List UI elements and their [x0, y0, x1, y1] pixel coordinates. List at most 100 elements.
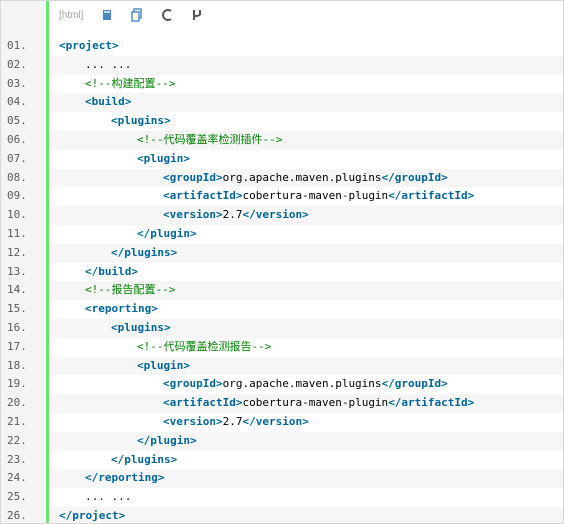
xml-tag: </version> — [242, 414, 309, 428]
line-number: 16. — [7, 320, 27, 334]
code-line: 26. </project> — [1, 506, 563, 523]
xml-tag: <artifactId> — [163, 396, 243, 410]
line-number: 11. — [7, 226, 27, 240]
line-source: <build> — [49, 93, 563, 113]
code-line: 14. <!--报告配置--> — [1, 281, 563, 301]
xml-tag: <plugin> — [137, 358, 190, 372]
code-line: 24. </reporting> — [1, 469, 563, 489]
line-number: 25. — [7, 490, 27, 504]
line-number: 09. — [7, 189, 27, 203]
code-line: 18. <plugin> — [1, 356, 563, 376]
line-source: <version>2.7</version> — [49, 413, 563, 432]
xml-comment: <!--构建配置--> — [85, 76, 176, 90]
line-number: 04. — [7, 95, 27, 109]
line-number: 19. — [7, 377, 27, 391]
line-source: ... ... — [49, 55, 563, 75]
fork-icon[interactable] — [187, 5, 207, 25]
code-line: 12. </plugins> — [1, 243, 563, 263]
line-number: 06. — [7, 132, 27, 146]
line-source: </plugins> — [49, 451, 563, 470]
code-line: 07. <plugin> — [1, 150, 563, 169]
xml-tag: <plugins> — [111, 320, 171, 334]
code-line: 11. </plugin> — [1, 225, 563, 244]
code-line: 20. <artifactId>cobertura-maven-plugin</a… — [1, 394, 563, 413]
xml-text: ... ... — [85, 490, 132, 504]
code-line: 22. </plugin> — [1, 431, 563, 451]
line-source: <reporting> — [49, 300, 563, 319]
line-source: <project> — [49, 37, 563, 56]
copy-icon[interactable] — [127, 5, 147, 25]
code-line: 16. <plugins> — [1, 318, 563, 338]
line-number: 21. — [7, 414, 27, 428]
line-source: <groupId>org.apache.maven.plugins</group… — [49, 375, 563, 394]
line-number: 07. — [7, 151, 27, 165]
line-source: <groupId>org.apache.maven.plugins</group… — [49, 168, 563, 188]
xml-text: ... ... — [85, 57, 132, 71]
xml-tag: </plugin> — [137, 226, 197, 240]
code-line: 21. <version>2.7</version> — [1, 413, 563, 432]
code-line: 19. <groupId>org.apache.maven.plugins</gr… — [1, 375, 563, 394]
line-number: 13. — [7, 264, 27, 278]
line-number: 03. — [7, 76, 27, 90]
xml-tag: <groupId> — [163, 377, 223, 391]
code-lines: 01. <project> 02. ... ... 03. <!--构建配置--> 04. <… — [1, 37, 563, 523]
line-source: </build> — [49, 263, 563, 282]
language-label: [html] — [59, 9, 84, 21]
code-line: 05. <plugins> — [1, 112, 563, 131]
view-source-icon[interactable] — [97, 5, 117, 25]
code-toolbar: [html] — [49, 1, 563, 29]
line-number: 20. — [7, 396, 27, 410]
code-line: 15. <reporting> — [1, 300, 563, 319]
xml-tag: <groupId> — [163, 170, 223, 184]
line-source: </reporting> — [49, 469, 563, 489]
line-source: ... ... — [49, 488, 563, 507]
xml-tag: </plugins> — [111, 452, 178, 466]
xml-tag: <project> — [59, 39, 119, 52]
line-source: <plugin> — [49, 356, 563, 376]
xml-text: org.apache.maven.plugins — [222, 377, 382, 391]
code-line: 10. <version>2.7</version> — [1, 206, 563, 225]
code-line: 08. <groupId>org.apache.maven.plugins</gr… — [1, 168, 563, 188]
line-source: <version>2.7</version> — [49, 206, 563, 225]
code-line: 03. <!--构建配置--> — [1, 75, 563, 94]
code-line: 25. ... ... — [1, 488, 563, 507]
code-line: 01. <project> — [1, 37, 563, 56]
line-number: 17. — [7, 339, 27, 353]
xml-tag: <plugin> — [137, 151, 190, 165]
line-number: 10. — [7, 208, 27, 222]
xml-tag: </reporting> — [85, 471, 165, 485]
line-source: <plugin> — [49, 150, 563, 169]
xml-tag: </plugin> — [137, 433, 197, 447]
code-line: 09. <artifactId>cobertura-maven-plugin</a… — [1, 187, 563, 206]
code-line: 13. </build> — [1, 263, 563, 282]
line-source: <plugins> — [49, 112, 563, 131]
line-source: <!--代码覆盖率检测插件--> — [49, 130, 563, 150]
line-number: 22. — [7, 433, 27, 447]
line-number: 08. — [7, 170, 27, 184]
xml-tag: </project> — [59, 508, 126, 522]
xml-tag: </artifactId> — [388, 396, 475, 410]
xml-tag: <artifactId> — [163, 189, 243, 203]
xml-text: org.apache.maven.plugins — [222, 170, 382, 184]
xml-text: cobertura-maven-plugin — [242, 189, 389, 203]
xml-tag: </version> — [242, 208, 309, 222]
xml-tag: </build> — [85, 264, 138, 278]
line-number: 23. — [7, 452, 27, 466]
line-number: 02. — [7, 57, 27, 71]
code-block: [html] 01. <project> 02. ... ... 03. <!--构建配置… — [0, 0, 564, 524]
code-line: 17. <!--代码覆盖检测报告--> — [1, 338, 563, 357]
wrap-icon[interactable] — [157, 5, 177, 25]
xml-text: 2.7 — [222, 414, 243, 428]
xml-tag: <plugins> — [111, 114, 171, 128]
line-source: <artifactId>cobertura-maven-plugin</arti… — [49, 394, 563, 413]
xml-tag: <version> — [163, 208, 223, 222]
code-line: 23. </plugins> — [1, 451, 563, 470]
line-number: 05. — [7, 114, 27, 128]
line-number: 12. — [7, 245, 27, 259]
xml-tag: <build> — [85, 95, 132, 109]
xml-tag: <version> — [163, 414, 223, 428]
xml-text: cobertura-maven-plugin — [242, 396, 389, 410]
line-source: <plugins> — [49, 318, 563, 338]
xml-tag: </groupId> — [381, 377, 448, 391]
code-line: 06. <!--代码覆盖率检测插件--> — [1, 130, 563, 150]
